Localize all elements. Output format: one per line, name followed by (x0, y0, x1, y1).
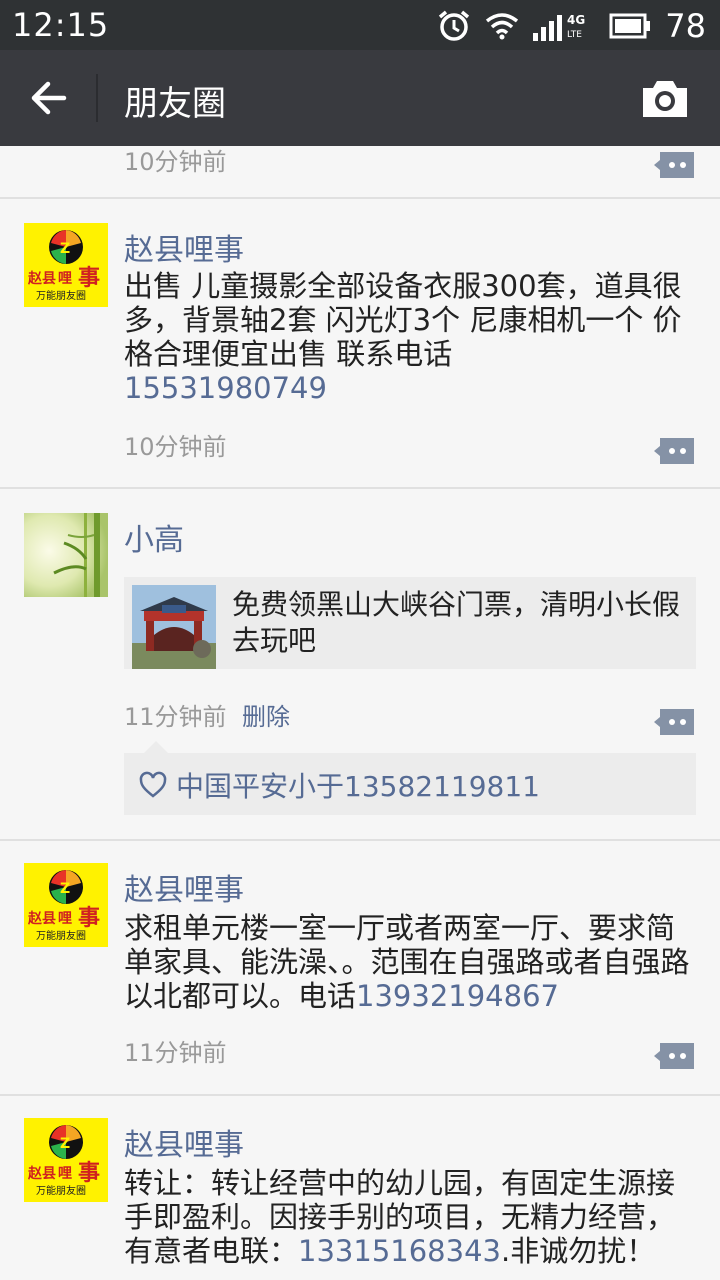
moment-post: 小高 免费领黑山大峡谷门票，清明小长假去玩吧 11分钟前 删除 中国平安小于13… (0, 489, 720, 841)
logo-mark: Z (60, 241, 70, 257)
delete-button[interactable]: 删除 (242, 697, 290, 732)
likes-section: 中国平安小于13582119811 (124, 741, 696, 815)
status-bar: 12:15 4G LTE 78 (0, 0, 720, 50)
avatar[interactable]: Z 赵县 哩 事 万能朋友圈 (24, 1118, 108, 1202)
avatar[interactable]: Z 赵县 哩 事 万能朋友圈 (24, 223, 108, 307)
post-text: 出售 儿童摄影全部设备衣服300套，道具很多，背景轴2套 闪光灯3个 尼康相机一… (124, 269, 696, 405)
brand-logo: Z 赵县 哩 事 万能朋友圈 (24, 863, 108, 947)
logo-tagline: 万能朋友圈 (36, 929, 86, 942)
post-text: 求租单元楼一室一厅或者两室一厅、要求简单家具、能洗澡、。范围在自强路或者自强路以… (124, 911, 696, 1013)
battery-level: 78 (665, 7, 706, 45)
brand-logo: Z 赵县 哩 事 万能朋友圈 (24, 1118, 108, 1202)
bamboo-avatar-image (24, 513, 108, 597)
battery-icon (609, 13, 651, 39)
logo-brand-b: 哩 (58, 911, 72, 927)
likes-caret (144, 741, 168, 753)
logo-tagline: 万能朋友圈 (36, 289, 86, 302)
phone-link[interactable]: 15531980749 (124, 371, 327, 405)
post-time: 10分钟前 (124, 148, 227, 176)
status-icons: 4G LTE 78 (437, 6, 706, 46)
gate-thumbnail-image (132, 585, 216, 669)
comment-action-icon[interactable] (652, 436, 696, 466)
page-title: 朋友圈 (124, 84, 226, 124)
logo-mark: Z (60, 1136, 70, 1152)
svg-text:4G: 4G (567, 13, 585, 27)
logo-tagline: 万能朋友圈 (36, 1184, 86, 1197)
post-time: 10分钟前 (124, 433, 227, 461)
heart-icon (139, 771, 167, 798)
like-user[interactable]: 中国平安小于13582119811 (176, 765, 540, 805)
shared-link-card[interactable]: 免费领黑山大峡谷门票，清明小长假去玩吧 (124, 577, 696, 669)
moment-post: 10分钟前 (0, 146, 720, 199)
brand-logo: Z 赵县 哩 事 万能朋友圈 (24, 223, 108, 307)
logo-brand-c: 事 (78, 1160, 100, 1186)
logo-brand-b: 哩 (58, 271, 72, 287)
comment-action-icon[interactable] (652, 707, 696, 737)
avatar[interactable]: Z 赵县 哩 事 万能朋友圈 (24, 863, 108, 947)
moment-post: Z 赵县 哩 事 万能朋友圈 赵县哩事 出售 儿童摄影全部设备衣服300套，道具… (0, 199, 720, 489)
post-author[interactable]: 赵县哩事 (124, 865, 244, 909)
moments-feed[interactable]: 10分钟前 Z 赵县 哩 事 万能朋友圈 赵县哩事 出售 儿童摄影全部设备衣服3… (0, 146, 720, 1280)
logo-brand-a: 赵县 (27, 270, 56, 287)
post-author[interactable]: 小高 (124, 515, 184, 559)
camera-icon[interactable] (640, 76, 690, 120)
signal-icon: 4G LTE (533, 13, 585, 41)
alarm-icon (439, 10, 470, 41)
wifi-icon (486, 13, 519, 40)
logo-brand-a: 赵县 (27, 1165, 56, 1182)
post-time: 11分钟前 (124, 1039, 227, 1067)
post-text-tail: .非诚勿扰！ (500, 1234, 656, 1268)
post-text-body: 出售 儿童摄影全部设备衣服300套，道具很多，背景轴2套 闪光灯3个 尼康相机一… (124, 269, 682, 371)
avatar[interactable] (24, 513, 108, 597)
status-time: 12:15 (12, 6, 110, 44)
arrow-left-icon[interactable] (24, 74, 76, 122)
comment-action-icon[interactable] (652, 150, 696, 180)
post-time: 11分钟前 (124, 703, 227, 731)
post-author[interactable]: 赵县哩事 (124, 1120, 244, 1164)
moment-post: Z 赵县 哩 事 万能朋友圈 赵县哩事 求租单元楼一室一厅或者两室一厅、要求简单… (0, 841, 720, 1096)
nav-divider (96, 74, 98, 122)
comment-action-icon[interactable] (652, 1041, 696, 1071)
post-author[interactable]: 赵县哩事 (124, 225, 244, 269)
link-title: 免费领黑山大峡谷门票，清明小长假去玩吧 (232, 588, 681, 657)
moment-post: Z 赵县 哩 事 万能朋友圈 赵县哩事 转让：转让经营中的幼儿园，有固定生源接手… (0, 1096, 720, 1280)
link-thumbnail (132, 585, 216, 669)
phone-link[interactable]: 13315168343 (298, 1234, 501, 1268)
logo-brand-c: 事 (78, 905, 100, 931)
phone-link[interactable]: 13932194867 (356, 979, 559, 1013)
nav-bar: 朋友圈 (0, 50, 720, 146)
logo-brand-c: 事 (78, 265, 100, 291)
post-text: 转让：转让经营中的幼儿园，有固定生源接手即盈利。因接手别的项目，无精力经营，有意… (124, 1166, 696, 1268)
logo-brand-b: 哩 (58, 1166, 72, 1182)
logo-brand-a: 赵县 (27, 910, 56, 927)
svg-text:LTE: LTE (567, 30, 582, 40)
logo-mark: Z (60, 881, 70, 897)
